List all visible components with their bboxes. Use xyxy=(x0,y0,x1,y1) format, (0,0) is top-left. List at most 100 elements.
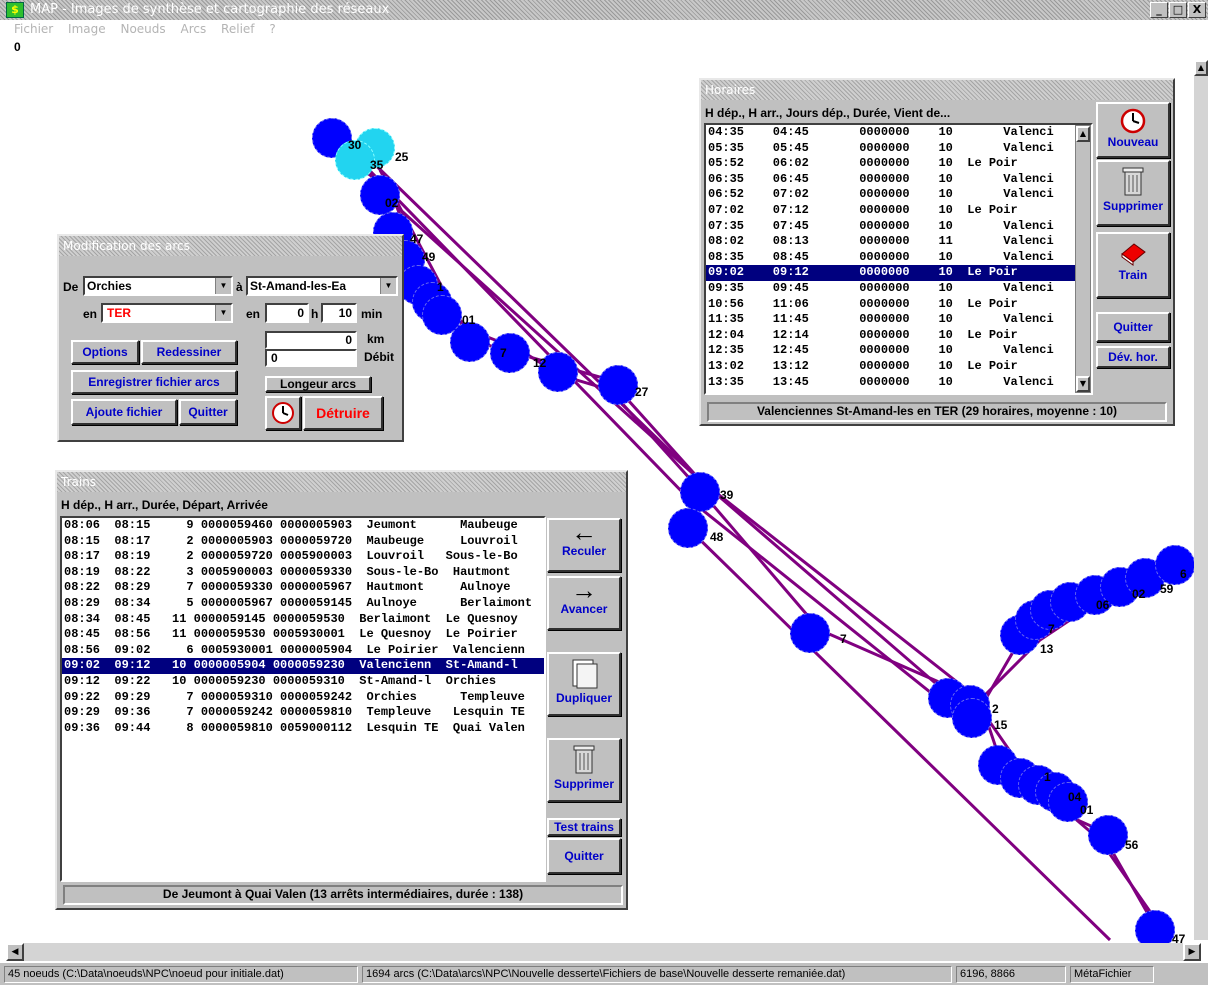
list-row[interactable]: 08:22 08:29 7 0000059330 0000005967 Haut… xyxy=(62,580,544,596)
from-station-select[interactable]: Orchies ▼ xyxy=(83,276,233,296)
scroll-down-icon[interactable]: ▼ xyxy=(1076,376,1090,392)
delete-train-button[interactable]: Supprimer xyxy=(547,738,621,802)
list-row[interactable]: 09:02 09:12 0000000 10 Le Poir xyxy=(706,265,1091,281)
trains-header: H dép., H arr., Durée, Départ, Arrivée xyxy=(61,498,268,512)
delete-train-label: Supprimer xyxy=(553,777,614,791)
hours-input[interactable]: 0 xyxy=(265,303,309,323)
node-label: 56 xyxy=(1125,838,1139,852)
list-row[interactable]: 09:12 09:22 10 0000059230 0000059310 St-… xyxy=(62,674,544,690)
list-row[interactable]: 04:35 04:45 0000000 10 Valenci xyxy=(706,125,1091,141)
node-label: 1 xyxy=(1044,770,1051,784)
chevron-down-icon[interactable]: ▼ xyxy=(215,278,231,294)
test-trains-button[interactable]: Test trains xyxy=(547,818,621,836)
list-row[interactable]: 06:35 06:45 0000000 10 Valenci xyxy=(706,172,1091,188)
map-node[interactable] xyxy=(450,322,490,362)
minutes-input[interactable]: 10 xyxy=(321,303,357,323)
list-row[interactable]: 08:17 08:19 2 0000059720 0005900003 Louv… xyxy=(62,549,544,565)
from-station-value: Orchies xyxy=(87,279,132,293)
list-row[interactable]: 08:45 08:56 11 0000059530 0005930001 Le … xyxy=(62,627,544,643)
list-row[interactable]: 10:56 11:06 0000000 10 Le Poir xyxy=(706,297,1091,313)
status-nodes: 45 noeuds (C:\Data\noeuds\NPC\noeud pour… xyxy=(4,966,358,983)
status-coords: 6196, 8866 xyxy=(956,966,1066,983)
map-node[interactable] xyxy=(598,365,638,405)
list-row[interactable]: 08:35 08:45 0000000 10 Valenci xyxy=(706,250,1091,266)
scroll-up-icon[interactable]: ▲ xyxy=(1194,60,1208,76)
list-row[interactable]: 09:29 09:36 7 0000059242 0000059810 Temp… xyxy=(62,705,544,721)
list-row[interactable]: 08:02 08:13 0000000 11 Valenci xyxy=(706,234,1091,250)
chevron-down-icon[interactable]: ▼ xyxy=(380,278,396,294)
list-row[interactable]: 08:15 08:17 2 0000005903 0000059720 Maub… xyxy=(62,534,544,550)
quit-arcs-button[interactable]: Quitter xyxy=(179,399,237,425)
back-button[interactable]: ← Reculer xyxy=(547,518,621,572)
redraw-button[interactable]: Redessiner xyxy=(141,340,237,364)
mode-select[interactable]: TER ▼ xyxy=(101,303,233,323)
hours-unit-label: h xyxy=(311,307,319,321)
list-row[interactable]: 11:35 11:45 0000000 10 Valenci xyxy=(706,312,1091,328)
list-row[interactable]: 08:29 08:34 5 0000005967 0000059145 Auln… xyxy=(62,596,544,612)
to-label: à xyxy=(236,280,243,294)
list-row[interactable]: 13:35 13:45 0000000 10 Valenci xyxy=(706,375,1091,391)
list-row[interactable]: 12:35 12:45 0000000 10 Valenci xyxy=(706,343,1091,359)
quit-trains-button[interactable]: Quitter xyxy=(547,838,621,874)
list-row[interactable]: 07:02 07:12 0000000 10 Le Poir xyxy=(706,203,1091,219)
list-row[interactable]: 07:35 07:45 0000000 10 Valenci xyxy=(706,219,1091,235)
list-row[interactable]: 09:02 09:12 10 0000005904 0000059230 Val… xyxy=(62,658,544,674)
add-file-button[interactable]: Ajoute fichier xyxy=(71,399,177,425)
map-node[interactable] xyxy=(952,698,992,738)
map-node[interactable] xyxy=(680,472,720,512)
new-schedule-button[interactable]: Nouveau xyxy=(1096,102,1170,158)
delete-schedule-button[interactable]: Supprimer xyxy=(1096,160,1170,226)
train-button[interactable]: Train xyxy=(1096,232,1170,298)
list-row[interactable]: 12:04 12:14 0000000 10 Le Poir xyxy=(706,328,1091,344)
to-station-select[interactable]: St-Amand-les-Ea ▼ xyxy=(246,276,398,296)
status-arcs: 1694 arcs (C:\Data\arcs\NPC\Nouvelle des… xyxy=(362,966,952,983)
node-label: 7 xyxy=(1048,622,1055,636)
save-arcs-button[interactable]: Enregistrer fichier arcs xyxy=(71,370,237,394)
map-node[interactable] xyxy=(1155,545,1195,585)
list-row[interactable]: 08:06 08:15 9 0000059460 0000005903 Jeum… xyxy=(62,518,544,534)
list-row[interactable]: 08:56 09:02 6 0005930001 0000005904 Le P… xyxy=(62,643,544,659)
canvas-vertical-scrollbar[interactable]: ▲ xyxy=(1194,60,1208,940)
quit-horaires-button[interactable]: Quitter xyxy=(1096,312,1170,342)
list-row[interactable]: 08:34 08:45 11 0000059145 0000059530 Ber… xyxy=(62,612,544,628)
map-node[interactable] xyxy=(1088,815,1128,855)
debit-input[interactable]: 0 xyxy=(265,349,357,367)
km-unit-label: km xyxy=(367,332,385,346)
list-row[interactable]: 09:22 09:29 7 0000059310 0000059242 Orch… xyxy=(62,690,544,706)
clock-icon[interactable] xyxy=(265,396,301,430)
node-label: 15 xyxy=(994,718,1008,732)
canvas-horizontal-scrollbar[interactable]: ◀ ▶ xyxy=(6,943,1201,961)
scroll-left-icon[interactable]: ◀ xyxy=(6,943,24,961)
node-label: 02 xyxy=(385,196,399,210)
dev-hor-button[interactable]: Dév. hor. xyxy=(1096,346,1170,368)
node-label: 59 xyxy=(1160,582,1174,596)
from-label: De xyxy=(63,280,79,294)
node-label: 39 xyxy=(720,488,734,502)
scroll-up-icon[interactable]: ▲ xyxy=(1076,126,1090,142)
duplicate-button[interactable]: Dupliquer xyxy=(547,652,621,716)
list-row[interactable]: 08:19 08:22 3 0005900003 0000059330 Sous… xyxy=(62,565,544,581)
list-row[interactable]: 09:36 09:44 8 0000059810 0059000112 Lesq… xyxy=(62,721,544,737)
node-label: 02 xyxy=(1132,587,1146,601)
mode-value: TER xyxy=(107,306,131,320)
trains-list[interactable]: 08:06 08:15 9 0000059460 0000005903 Jeum… xyxy=(60,516,546,882)
forward-button[interactable]: → Avancer xyxy=(547,576,621,630)
list-row[interactable]: 06:52 07:02 0000000 10 Valenci xyxy=(706,187,1091,203)
list-row[interactable]: 05:35 05:45 0000000 10 Valenci xyxy=(706,141,1091,157)
chevron-down-icon[interactable]: ▼ xyxy=(215,305,231,321)
list-row[interactable]: 09:35 09:45 0000000 10 Valenci xyxy=(706,281,1091,297)
list-row[interactable]: 13:02 13:12 0000000 10 Le Poir xyxy=(706,359,1091,375)
horaires-list[interactable]: 04:35 04:45 0000000 10 Valenci 05:35 05:4… xyxy=(704,123,1093,395)
horaires-status: Valenciennes St-Amand-les en TER (29 hor… xyxy=(707,402,1167,422)
options-button[interactable]: Options xyxy=(71,340,139,364)
map-node[interactable] xyxy=(490,333,530,373)
horaires-scrollbar[interactable]: ▲ ▼ xyxy=(1075,125,1091,393)
map-node[interactable] xyxy=(668,508,708,548)
arc-lengths-button[interactable]: Longeur arcs xyxy=(265,376,371,392)
scroll-right-icon[interactable]: ▶ xyxy=(1183,943,1201,961)
destroy-button[interactable]: Détruire xyxy=(303,396,383,430)
list-row[interactable]: 05:52 06:02 0000000 10 Le Poir xyxy=(706,156,1091,172)
km-input[interactable]: 0 xyxy=(265,331,357,349)
map-node[interactable] xyxy=(790,613,830,653)
node-label: 7 xyxy=(500,346,507,360)
